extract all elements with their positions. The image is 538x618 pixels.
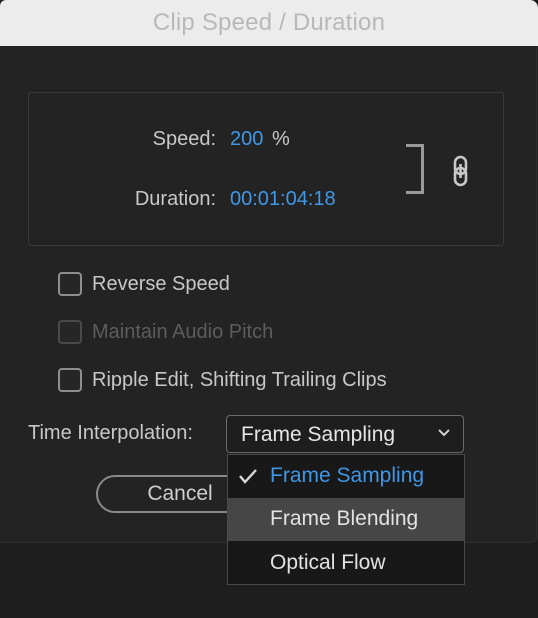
menu-item-label: Frame Sampling: [270, 464, 425, 487]
time-interpolation-selected-value: Frame Sampling: [241, 423, 396, 446]
link-bracket: [406, 144, 424, 194]
reverse-speed-option[interactable]: Reverse Speed: [58, 270, 230, 298]
duration-label: Duration:: [134, 188, 216, 210]
maintain-audio-pitch-checkbox: [58, 320, 82, 344]
clip-speed-duration-window: Clip Speed / Duration Speed: 200 % Durat…: [0, 0, 538, 618]
checkmark-icon: [239, 469, 257, 484]
chevron-down-icon: [438, 429, 450, 437]
reverse-speed-checkbox[interactable]: [58, 272, 82, 296]
window-titlebar[interactable]: Clip Speed / Duration: [0, 0, 538, 46]
speed-label: Speed:: [152, 128, 216, 150]
speed-value-field[interactable]: 200: [230, 128, 263, 151]
chain-link-icon[interactable]: [450, 154, 472, 188]
speed-duration-panel: [28, 92, 504, 246]
menu-item-frame-sampling[interactable]: Frame Sampling: [228, 455, 464, 498]
time-interpolation-menu: Frame Sampling Frame Blending Optical Fl…: [227, 454, 465, 585]
menu-item-label: Frame Blending: [270, 507, 419, 530]
speed-unit: %: [272, 128, 290, 150]
maintain-audio-pitch-label: Maintain Audio Pitch: [92, 320, 274, 343]
time-interpolation-select[interactable]: Frame Sampling: [226, 415, 464, 453]
ripple-edit-label: Ripple Edit, Shifting Trailing Clips: [92, 368, 387, 391]
menu-item-frame-blending[interactable]: Frame Blending: [228, 498, 464, 541]
duration-value-field[interactable]: 00:01:04:18: [230, 188, 336, 211]
menu-item-optical-flow[interactable]: Optical Flow: [228, 542, 464, 585]
time-interpolation-label: Time Interpolation:: [28, 422, 193, 444]
reverse-speed-label: Reverse Speed: [92, 272, 230, 295]
window-title: Clip Speed / Duration: [152, 9, 386, 36]
maintain-audio-pitch-option: Maintain Audio Pitch: [58, 318, 273, 346]
ripple-edit-checkbox[interactable]: [58, 368, 82, 392]
cancel-button-label: Cancel: [147, 482, 213, 505]
menu-item-label: Optical Flow: [270, 551, 386, 574]
ripple-edit-option[interactable]: Ripple Edit, Shifting Trailing Clips: [58, 366, 387, 394]
